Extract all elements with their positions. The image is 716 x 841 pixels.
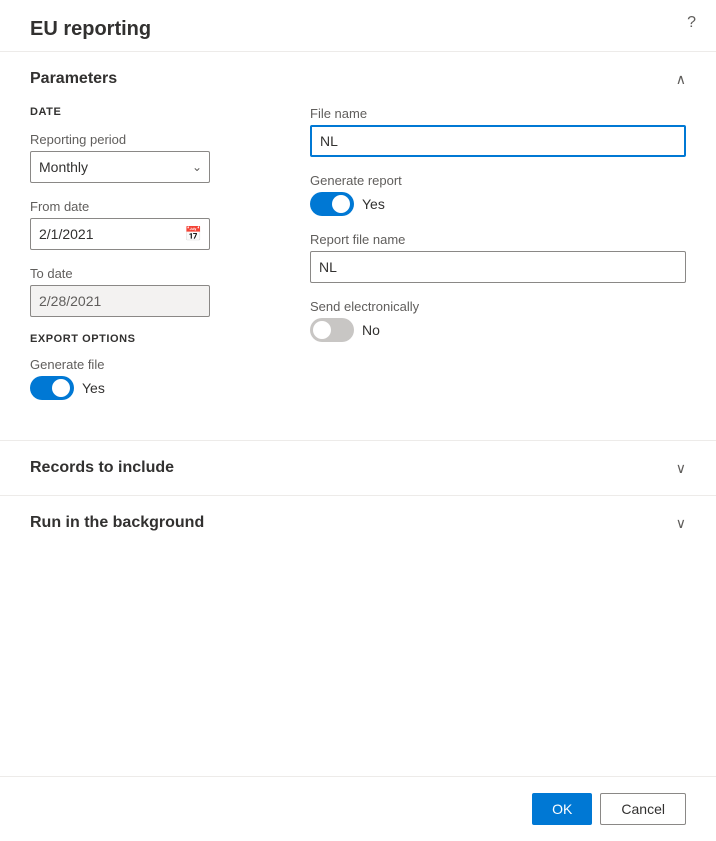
from-date-field: From date 📅 xyxy=(30,199,270,250)
generate-report-value: Yes xyxy=(362,196,385,212)
file-name-label: File name xyxy=(310,106,686,121)
page-title: EU reporting xyxy=(0,0,716,51)
send-electronically-field: Send electronically No xyxy=(310,299,686,342)
ok-button[interactable]: OK xyxy=(532,793,592,825)
cancel-button[interactable]: Cancel xyxy=(600,793,686,825)
send-electronically-label: Send electronically xyxy=(310,299,686,314)
parameters-chevron-icon: ∧ xyxy=(676,71,686,88)
records-section: Records to include ∨ xyxy=(0,440,716,495)
generate-file-toggle[interactable] xyxy=(30,376,74,400)
to-date-input xyxy=(30,285,210,317)
to-date-wrapper xyxy=(30,285,210,317)
generate-report-label: Generate report xyxy=(310,173,686,188)
send-electronically-toggle-row: No xyxy=(310,318,686,342)
background-section: Run in the background ∨ xyxy=(0,495,716,550)
background-section-header[interactable]: Run in the background ∨ xyxy=(0,496,716,550)
from-date-wrapper: 📅 xyxy=(30,218,210,250)
generate-file-toggle-row: Yes xyxy=(30,376,270,400)
records-section-title: Records to include xyxy=(30,459,174,477)
background-chevron-icon: ∨ xyxy=(676,515,686,532)
report-file-name-input[interactable] xyxy=(310,251,686,283)
generate-report-toggle-thumb xyxy=(332,195,350,213)
from-date-label: From date xyxy=(30,199,270,214)
generate-report-field: Generate report Yes xyxy=(310,173,686,216)
parameters-section: Parameters ∧ DATE Reporting period Month… xyxy=(0,51,716,440)
reporting-period-wrapper: Monthly Quarterly Yearly ⌄ xyxy=(30,151,210,183)
footer: OK Cancel xyxy=(0,776,716,841)
parameters-section-header[interactable]: Parameters ∧ xyxy=(0,52,716,106)
records-section-header[interactable]: Records to include ∨ xyxy=(0,441,716,495)
to-date-label: To date xyxy=(30,266,270,281)
calendar-icon[interactable]: 📅 xyxy=(185,226,202,243)
file-name-field: File name xyxy=(310,106,686,157)
report-file-name-field: Report file name xyxy=(310,232,686,283)
generate-report-toggle-row: Yes xyxy=(310,192,686,216)
export-options-label: EXPORT OPTIONS xyxy=(30,333,270,345)
generate-file-toggle-thumb xyxy=(52,379,70,397)
parameters-left-col: DATE Reporting period Monthly Quarterly … xyxy=(30,106,270,416)
to-date-field: To date xyxy=(30,266,270,317)
parameters-two-col: DATE Reporting period Monthly Quarterly … xyxy=(30,106,686,416)
from-date-input[interactable] xyxy=(30,218,210,250)
file-name-input[interactable] xyxy=(310,125,686,157)
reporting-period-field: Reporting period Monthly Quarterly Yearl… xyxy=(30,132,270,183)
generate-report-toggle[interactable] xyxy=(310,192,354,216)
send-electronically-toggle[interactable] xyxy=(310,318,354,342)
date-section-label: DATE xyxy=(30,106,270,118)
help-icon[interactable]: ? xyxy=(687,14,696,32)
generate-file-label: Generate file xyxy=(30,357,270,372)
records-chevron-icon: ∨ xyxy=(676,460,686,477)
reporting-period-label: Reporting period xyxy=(30,132,270,147)
reporting-period-select[interactable]: Monthly Quarterly Yearly xyxy=(30,151,210,183)
background-section-title: Run in the background xyxy=(30,514,204,532)
export-options-group: EXPORT OPTIONS Generate file Yes xyxy=(30,333,270,400)
parameters-section-body: DATE Reporting period Monthly Quarterly … xyxy=(0,106,716,440)
send-electronically-value: No xyxy=(362,322,380,338)
send-electronically-toggle-thumb xyxy=(313,321,331,339)
report-file-name-label: Report file name xyxy=(310,232,686,247)
generate-file-value: Yes xyxy=(82,380,105,396)
parameters-right-col: File name Generate report Yes xyxy=(310,106,686,416)
parameters-section-title: Parameters xyxy=(30,70,117,88)
